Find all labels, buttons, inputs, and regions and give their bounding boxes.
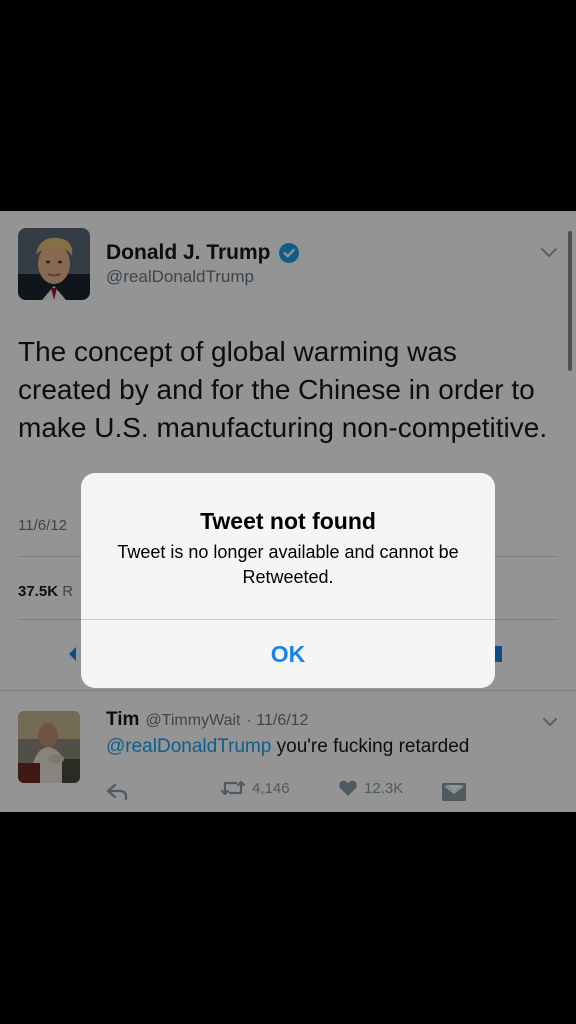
alert-dialog: Tweet not found Tweet is no longer avail… <box>81 473 495 688</box>
letterbox-bottom <box>0 812 576 1024</box>
alert-title: Tweet not found <box>200 508 376 534</box>
ok-button[interactable]: OK <box>81 620 495 688</box>
app-screen: Donald J. Trump @realDonaldTrump The con… <box>0 211 576 812</box>
alert-message: Tweet is no longer available and cannot … <box>117 542 459 587</box>
letterbox-top <box>0 0 576 211</box>
